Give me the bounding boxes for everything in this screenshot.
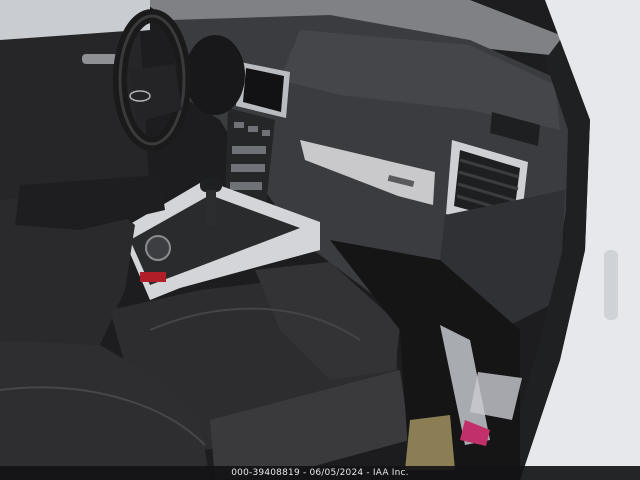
photo-caption: 000-39408819 - 06/05/2024 - IAA Inc. <box>231 468 409 478</box>
instrument-cluster <box>185 35 245 115</box>
door-handle <box>82 54 118 64</box>
mmi-knob <box>145 235 171 261</box>
red-tag <box>140 272 166 282</box>
striker-plate <box>604 250 618 320</box>
gear-knob <box>200 178 222 192</box>
floor-debris <box>405 415 455 470</box>
photo-scene: 000-39408819 - 06/05/2024 - IAA Inc. <box>0 0 640 480</box>
car-interior-photo <box>0 0 640 480</box>
photo-caption-bar: 000-39408819 - 06/05/2024 - IAA Inc. <box>0 466 640 480</box>
gear-shifter <box>206 190 216 226</box>
